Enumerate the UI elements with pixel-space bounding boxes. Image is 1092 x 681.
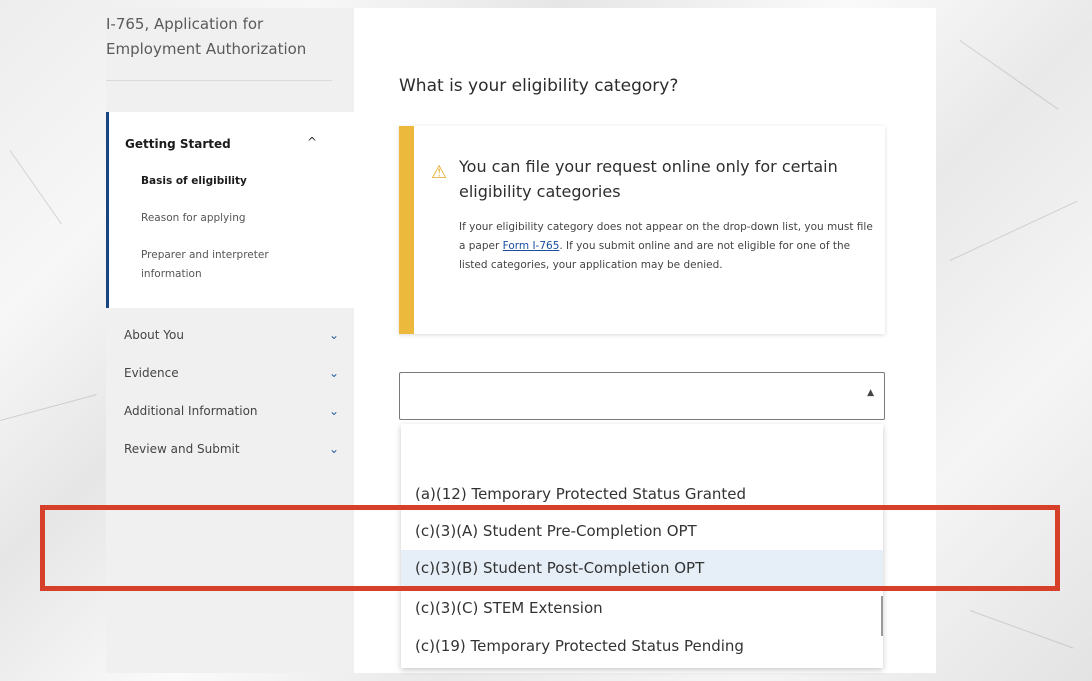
- chevron-down-icon[interactable]: ⌄: [329, 442, 339, 456]
- chevron-down-icon[interactable]: ⌄: [329, 328, 339, 342]
- nav-section-title[interactable]: Getting Started: [125, 137, 231, 151]
- chevron-up-icon[interactable]: ^: [307, 135, 317, 149]
- app-title: I-765, Application for Employment Author…: [106, 15, 307, 58]
- question-heading: What is your eligibility category?: [399, 76, 679, 96]
- nav-section-getting-started: Getting Started ^ Basis of eligibility R…: [106, 112, 354, 308]
- chevron-down-icon[interactable]: ⌄: [329, 366, 339, 380]
- dropdown-scrollbar[interactable]: [881, 596, 883, 636]
- background-texture: [959, 40, 1059, 110]
- option-c19-tps-pending[interactable]: (c)(19) Temporary Protected Status Pendi…: [401, 628, 883, 664]
- sidebar: I-765, Application for Employment Author…: [106, 8, 354, 673]
- option-c3c-stem-extension[interactable]: (c)(3)(C) STEM Extension: [401, 590, 883, 626]
- eligibility-category-select[interactable]: ▲: [399, 372, 885, 420]
- alert-body: If your eligibility category does not ap…: [459, 218, 879, 275]
- main-content: What is your eligibility category? ⚠ You…: [354, 8, 936, 673]
- warning-triangle-icon: ⚠: [431, 162, 448, 183]
- sidebar-item-preparer-interpreter[interactable]: Preparer and interpreter information: [141, 246, 311, 284]
- sidebar-item-basis-of-eligibility[interactable]: Basis of eligibility: [141, 172, 311, 191]
- caret-up-icon[interactable]: ▲: [867, 388, 874, 398]
- nav-section-about-you[interactable]: About You: [124, 328, 184, 342]
- option-c3a-pre-completion-opt[interactable]: (c)(3)(A) Student Pre-Completion OPT: [401, 513, 883, 549]
- background-texture: [9, 150, 63, 225]
- nav-section-additional-information[interactable]: Additional Information: [124, 404, 258, 418]
- form-i765-link[interactable]: Form I-765: [503, 240, 560, 252]
- nav-section-review-submit[interactable]: Review and Submit: [124, 442, 240, 456]
- warning-alert: ⚠ You can file your request online only …: [399, 126, 885, 334]
- background-texture: [969, 610, 1074, 649]
- alert-title: You can file your request online only fo…: [459, 157, 838, 201]
- divider: [106, 80, 332, 81]
- option-c3b-post-completion-opt[interactable]: (c)(3)(B) Student Post-Completion OPT: [401, 550, 883, 586]
- background-texture: [949, 200, 1078, 261]
- background-texture: [0, 394, 97, 421]
- nav-section-evidence[interactable]: Evidence: [124, 366, 179, 380]
- chevron-down-icon[interactable]: ⌄: [329, 404, 339, 418]
- eligibility-options-list: (a)(12) Temporary Protected Status Grant…: [401, 424, 883, 668]
- sidebar-item-reason-for-applying[interactable]: Reason for applying: [141, 209, 311, 228]
- option-a12-tps-granted[interactable]: (a)(12) Temporary Protected Status Grant…: [401, 476, 883, 512]
